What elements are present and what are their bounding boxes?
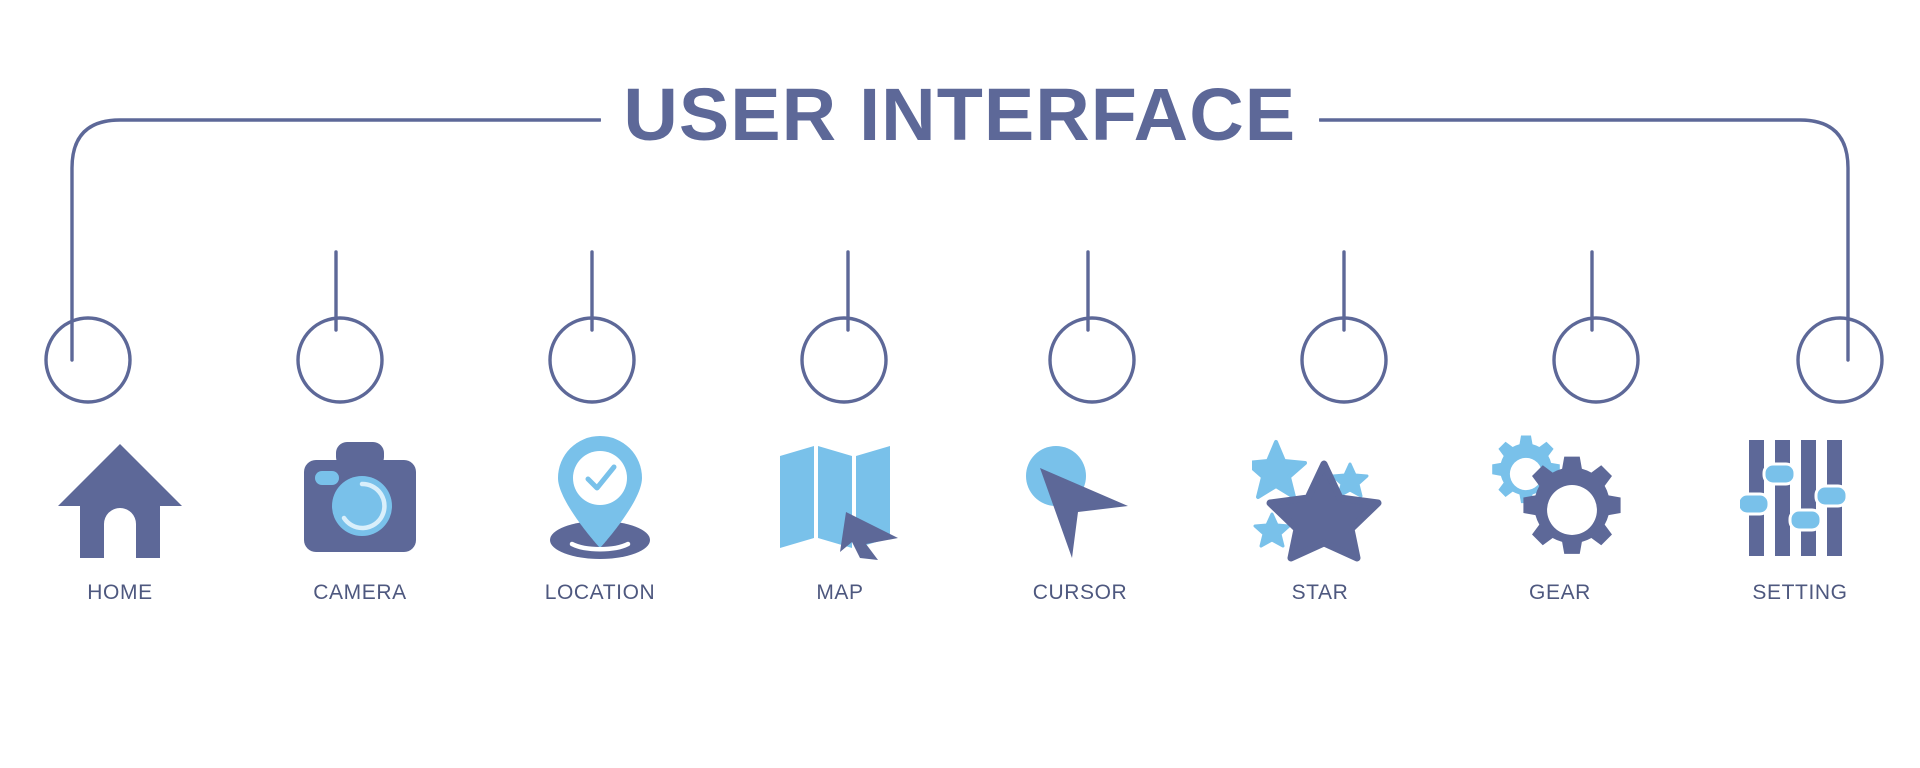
user-interface-banner: USER INTERFACE HOME CAMERA LOCATION MAP … xyxy=(0,0,1920,768)
icon-row: HOME CAMERA LOCATION MAP CURSOR STAR GEA… xyxy=(0,430,1920,605)
icon-label-setting: SETTING xyxy=(1752,581,1848,604)
icon-item-setting[interactable]: SETTING xyxy=(1680,430,1920,605)
node-circle-camera xyxy=(296,316,384,404)
node-circle-map xyxy=(800,316,888,404)
cursor-icon xyxy=(1026,445,1128,558)
icon-label-map: MAP xyxy=(816,581,864,604)
icon-box-gear xyxy=(1485,430,1635,565)
home-icon xyxy=(58,443,182,558)
icon-box-map xyxy=(765,430,915,565)
icon-item-camera[interactable]: CAMERA xyxy=(240,430,480,605)
icon-item-map[interactable]: MAP xyxy=(720,430,960,605)
icon-item-cursor[interactable]: CURSOR xyxy=(960,430,1200,605)
map-icon xyxy=(780,445,898,560)
icon-label-cursor: CURSOR xyxy=(1032,581,1128,604)
icon-label-star: STAR xyxy=(1291,581,1349,604)
camera-icon xyxy=(304,441,416,552)
icon-label-camera: CAMERA xyxy=(313,581,407,604)
icon-box-camera xyxy=(285,430,435,565)
gear-icon xyxy=(1492,435,1621,554)
icon-box-star xyxy=(1245,430,1395,565)
sliders-setting-icon xyxy=(1740,439,1849,556)
icon-item-location[interactable]: LOCATION xyxy=(480,430,720,605)
icon-label-location: LOCATION xyxy=(544,581,656,604)
icon-box-home xyxy=(45,430,195,565)
node-circle-gear xyxy=(1552,316,1640,404)
icon-label-gear: GEAR xyxy=(1529,581,1591,604)
node-circle-cursor xyxy=(1048,316,1136,404)
connector-diagram xyxy=(44,118,1884,404)
node-circle-setting xyxy=(1796,316,1884,404)
icon-box-location xyxy=(525,430,675,565)
star-icon xyxy=(1252,439,1382,561)
icon-box-cursor xyxy=(1005,430,1155,565)
icon-label-home: HOME xyxy=(87,581,153,604)
gear-large xyxy=(1523,456,1621,554)
icon-box-setting xyxy=(1725,430,1875,565)
rail-right xyxy=(1318,118,1850,362)
icon-item-star[interactable]: STAR xyxy=(1200,430,1440,605)
icon-item-gear[interactable]: GEAR xyxy=(1440,430,1680,605)
location-pin-icon xyxy=(550,435,650,559)
node-circle-home xyxy=(44,316,132,404)
icon-item-home[interactable]: HOME xyxy=(0,430,240,605)
